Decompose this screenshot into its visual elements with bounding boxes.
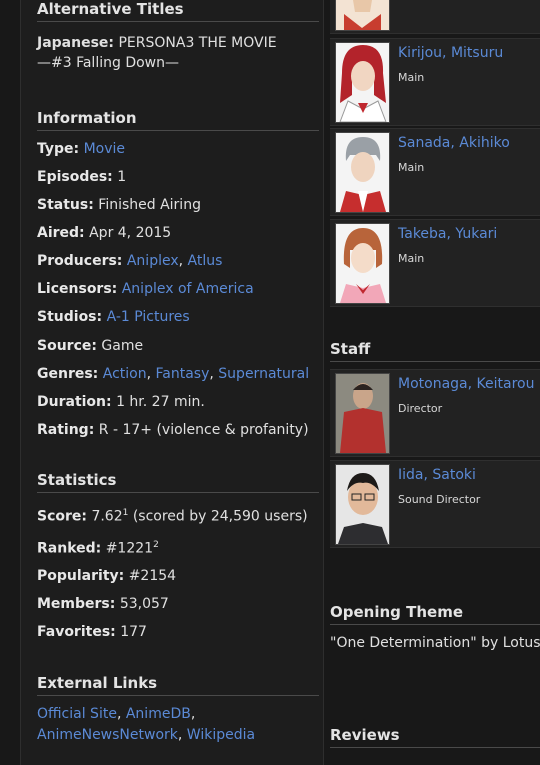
- character-avatar[interactable]: [335, 42, 390, 123]
- external-links-line1: Official Site, AnimeDB,: [37, 706, 196, 722]
- character-avatar[interactable]: [335, 223, 390, 304]
- opening-theme-text: "One Determination" by Lotus: [330, 635, 540, 651]
- character-row: Takeba, Yukari Main: [330, 219, 540, 307]
- genre-link[interactable]: Action: [103, 366, 147, 382]
- stat-favorites: Favorites: 177: [37, 624, 147, 640]
- licensor-link[interactable]: Aniplex of America: [122, 281, 254, 297]
- genre-link[interactable]: Supernatural: [218, 366, 309, 382]
- producer-link[interactable]: Aniplex: [127, 253, 179, 269]
- info-type: Type: Movie: [37, 141, 126, 157]
- character-name-link[interactable]: Kirijou, Mitsuru: [398, 45, 503, 61]
- staff-role: Director: [398, 402, 443, 415]
- staff-avatar[interactable]: [335, 373, 390, 454]
- info-duration: Duration: 1 hr. 27 min.: [37, 394, 205, 410]
- animenewsnetwork-link[interactable]: AnimeNewsNetwork: [37, 727, 178, 743]
- character-name-link[interactable]: Sanada, Akihiko: [398, 135, 510, 151]
- japanese-title-line1: Japanese: PERSONA3 THE MOVIE: [37, 35, 277, 51]
- info-producers: Producers: Aniplex, Atlus: [37, 253, 223, 269]
- alt-titles-heading: Alternative Titles: [37, 0, 319, 22]
- info-status: Status: Finished Airing: [37, 197, 201, 213]
- japanese-title-line2: —#3 Falling Down—: [37, 55, 179, 71]
- studio-link[interactable]: A-1 Pictures: [107, 309, 190, 325]
- statistics-heading: Statistics: [37, 471, 319, 493]
- character-role: Main: [398, 252, 425, 265]
- official-site-link[interactable]: Official Site: [37, 706, 117, 722]
- staff-row: Motonaga, Keitarou Director: [330, 369, 540, 457]
- info-licensors: Licensors: Aniplex of America: [37, 281, 254, 297]
- producer-link[interactable]: Atlus: [188, 253, 223, 269]
- info-rating: Rating: R - 17+ (violence & profanity): [37, 422, 309, 438]
- info-aired: Aired: Apr 4, 2015: [37, 225, 172, 241]
- staff-name-link[interactable]: Motonaga, Keitarou: [398, 376, 534, 392]
- wikipedia-link[interactable]: Wikipedia: [187, 727, 255, 743]
- staff-heading: Staff: [330, 340, 540, 362]
- genre-link[interactable]: Fantasy: [156, 366, 210, 382]
- staff-row: Iida, Satoki Sound Director: [330, 460, 540, 548]
- type-link[interactable]: Movie: [84, 141, 125, 157]
- info-source: Source: Game: [37, 338, 144, 354]
- external-links-line2: AnimeNewsNetwork, Wikipedia: [37, 727, 256, 743]
- stat-score: Score: 7.621 (scored by 24,590 users): [37, 508, 308, 525]
- character-role: Main: [398, 161, 425, 174]
- character-name-link[interactable]: Takeba, Yukari: [398, 226, 497, 242]
- info-studios: Studios: A-1 Pictures: [37, 309, 190, 325]
- character-row-partial: [330, 0, 540, 34]
- info-genres: Genres: Action, Fantasy, Supernatural: [37, 366, 310, 382]
- information-heading: Information: [37, 109, 319, 131]
- staff-role: Sound Director: [398, 493, 481, 506]
- character-avatar[interactable]: [335, 132, 390, 213]
- animedb-link[interactable]: AnimeDB: [126, 706, 191, 722]
- stat-popularity: Popularity: #2154: [37, 568, 177, 584]
- staff-name-link[interactable]: Iida, Satoki: [398, 467, 476, 483]
- stat-ranked: Ranked: #12212: [37, 540, 159, 557]
- staff-avatar[interactable]: [335, 464, 390, 545]
- character-role: Main: [398, 71, 425, 84]
- reviews-heading: Reviews: [330, 726, 540, 748]
- character-row: Kirijou, Mitsuru Main: [330, 38, 540, 126]
- character-avatar[interactable]: [335, 0, 390, 31]
- opening-theme-heading: Opening Theme: [330, 603, 540, 625]
- info-episodes: Episodes: 1: [37, 169, 127, 185]
- character-row: Sanada, Akihiko Main: [330, 128, 540, 216]
- external-links-heading: External Links: [37, 674, 319, 696]
- stat-members: Members: 53,057: [37, 596, 169, 612]
